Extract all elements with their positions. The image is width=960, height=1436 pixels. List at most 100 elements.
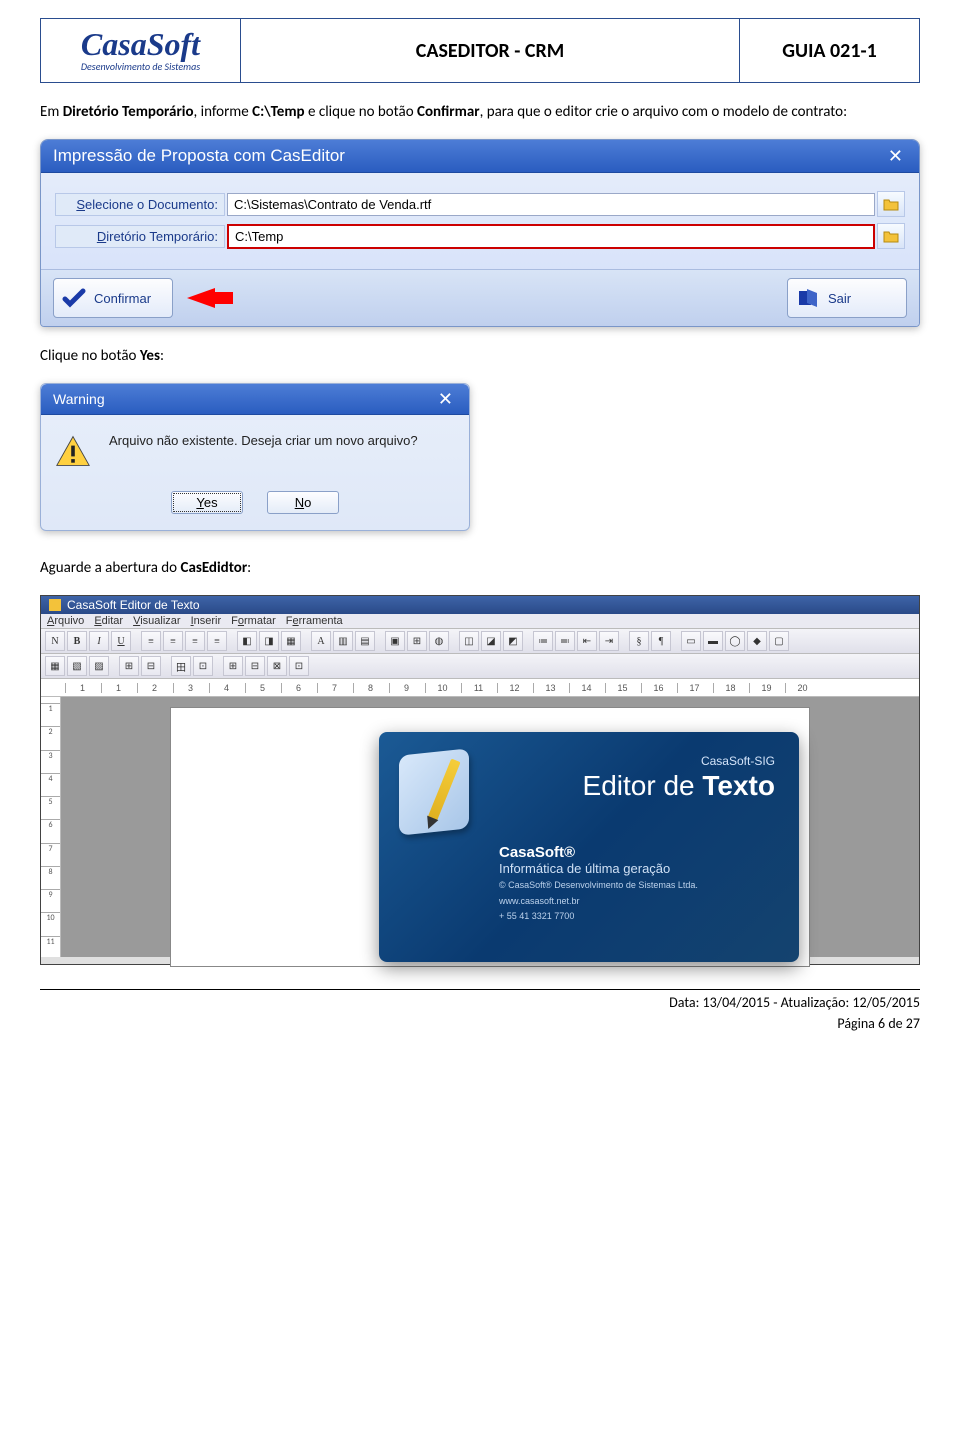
menu-ferramenta[interactable]: Ferramenta [286, 615, 343, 627]
editor-title: CasaSoft Editor de Texto [67, 598, 200, 612]
select-document-input[interactable] [227, 193, 875, 216]
list-bullets-button[interactable]: ≔ [533, 631, 553, 651]
indent-increase-button[interactable]: ⇥ [599, 631, 619, 651]
instruction-2: Clique no botão Yes: [40, 347, 920, 365]
folder-icon [883, 229, 899, 243]
toolbar-icon[interactable]: ◪ [481, 631, 501, 651]
toolbar-icon[interactable]: ▧ [67, 656, 87, 676]
no-button[interactable]: No [267, 491, 339, 514]
toolbar-icon[interactable]: ◧ [237, 631, 257, 651]
toolbar-icon[interactable]: ¶ [651, 631, 671, 651]
toolbar-icon[interactable]: ⊞ [223, 656, 243, 676]
align-right-button[interactable]: ≡ [185, 631, 205, 651]
menu-visualizar[interactable]: Visualizar [133, 615, 181, 627]
toolbar-icon[interactable]: ▨ [89, 656, 109, 676]
print-dialog-title: Impressão de Proposta com CasEditor [53, 146, 345, 166]
menu-arquivo[interactable]: Arquivo [47, 615, 84, 627]
toolbar-icon[interactable]: ◯ [725, 631, 745, 651]
splash-company: CasaSoft® [499, 844, 775, 861]
splash-phone: + 55 41 3321 7700 [499, 911, 775, 923]
vertical-ruler[interactable]: 1234567891011 [41, 697, 61, 957]
toolbar-icon[interactable]: ▤ [355, 631, 375, 651]
splash-brand: CasaSoft-SIG [499, 754, 775, 768]
temp-dir-input[interactable] [227, 224, 875, 249]
select-document-label: Selecione o Documento: [55, 193, 225, 216]
confirm-button[interactable]: Confirmar [53, 278, 173, 318]
toolbar-icon[interactable]: ⊟ [245, 656, 265, 676]
folder-icon [883, 197, 899, 211]
toolbar-icon[interactable]: ▦ [45, 656, 65, 676]
align-center-button[interactable]: ≡ [163, 631, 183, 651]
splash-website: www.casasoft.net.br [499, 896, 775, 908]
toolbar-icon[interactable]: ⊞ [407, 631, 427, 651]
editor-menubar[interactable]: Arquivo Editar Visualizar Inserir Format… [41, 614, 919, 629]
close-icon[interactable]: ✕ [434, 390, 457, 408]
toolbar-icon[interactable]: ▥ [333, 631, 353, 651]
warning-titlebar[interactable]: Warning ✕ [41, 384, 469, 415]
indent-decrease-button[interactable]: ⇤ [577, 631, 597, 651]
format-bold-button[interactable]: B [67, 631, 87, 651]
toolbar-icon[interactable]: ◫ [459, 631, 479, 651]
splash-screen: CasaSoft-SIG Editor de Texto CasaSoft® I… [379, 732, 799, 962]
logo-cell: CasaSoft Desenvolvimento de Sistemas [41, 19, 241, 83]
footer-date: Data: 13/04/2015 - Atualização: 12/05/20… [40, 994, 920, 1011]
align-left-button[interactable]: ≡ [141, 631, 161, 651]
splash-tagline: Informática de última geração [499, 861, 775, 876]
toolbar-icon[interactable]: ▦ [281, 631, 301, 651]
toolbar-icon[interactable]: ⊟ [141, 656, 161, 676]
caseditor-window: CasaSoft Editor de Texto Arquivo Editar … [40, 595, 920, 965]
splash-title: Editor de Texto [499, 770, 775, 802]
toolbar-icon[interactable]: ⊡ [289, 656, 309, 676]
toolbar-icon[interactable]: ◩ [503, 631, 523, 651]
app-icon [49, 599, 61, 611]
format-normal-button[interactable]: N [45, 631, 65, 651]
toolbar-icon[interactable]: ▭ [681, 631, 701, 651]
toolbar-icon[interactable]: § [629, 631, 649, 651]
toolbar-icon[interactable]: ▬ [703, 631, 723, 651]
toolbar-icon[interactable]: ⊞ [119, 656, 139, 676]
logo-subtitle: Desenvolvimento de Sistemas [49, 60, 232, 73]
browse-tempdir-button[interactable] [877, 223, 905, 249]
print-dialog-titlebar[interactable]: Impressão de Proposta com CasEditor ✕ [41, 140, 919, 173]
horizontal-ruler[interactable]: 11234567891011121314151617181920 [41, 679, 919, 697]
warning-dialog: Warning ✕ Arquivo não existente. Deseja … [40, 383, 470, 531]
close-icon[interactable]: ✕ [884, 147, 907, 165]
editor-titlebar[interactable]: CasaSoft Editor de Texto [41, 596, 919, 614]
exit-button[interactable]: Sair [787, 278, 907, 318]
list-numbers-button[interactable]: ≕ [555, 631, 575, 651]
toolbar-icon[interactable]: A [311, 631, 331, 651]
warning-message: Arquivo não existente. Deseja criar um n… [109, 433, 455, 448]
browse-document-button[interactable] [877, 191, 905, 217]
page-header: CasaSoft Desenvolvimento de Sistemas CAS… [40, 18, 920, 83]
yes-button[interactable]: Yes [171, 491, 243, 514]
format-italic-button[interactable]: I [89, 631, 109, 651]
doc-title: CASEDITOR - CRM [241, 19, 740, 83]
exit-icon [796, 286, 820, 310]
toolbar-icon[interactable]: ⊠ [267, 656, 287, 676]
toolbar-icon[interactable]: ◨ [259, 631, 279, 651]
footer-rule [40, 989, 920, 990]
warning-title: Warning [53, 391, 105, 407]
editor-toolbar-1[interactable]: N B I U ≡ ≡ ≡ ≡ ◧ ◨ ▦ A ▥ ▤ ▣ ⊞ ◍ ◫ ◪ ◩ [41, 629, 919, 654]
guide-code: GUIA 021-1 [740, 19, 920, 83]
toolbar-icon[interactable]: ⊡ [193, 656, 213, 676]
print-dialog: Impressão de Proposta com CasEditor ✕ Se… [40, 139, 920, 327]
menu-inserir[interactable]: Inserir [191, 615, 222, 627]
menu-editar[interactable]: Editar [94, 615, 123, 627]
format-underline-button[interactable]: U [111, 631, 131, 651]
menu-formatar[interactable]: Formatar [231, 615, 276, 627]
editor-toolbar-2[interactable]: ▦ ▧ ▨ ⊞ ⊟ 田 ⊡ ⊞ ⊟ ⊠ ⊡ [41, 654, 919, 679]
instruction-1: Em Diretório Temporário, informe C:\Temp… [40, 103, 920, 121]
toolbar-icon[interactable]: ▢ [769, 631, 789, 651]
temp-dir-label: Diretório Temporário: [55, 225, 225, 248]
splash-copyright: © CasaSoft® Desenvolvimento de Sistemas … [499, 880, 775, 892]
check-icon [62, 286, 86, 310]
toolbar-icon[interactable]: ◆ [747, 631, 767, 651]
align-justify-button[interactable]: ≡ [207, 631, 227, 651]
splash-app-icon [399, 752, 483, 852]
toolbar-icon[interactable]: ◍ [429, 631, 449, 651]
toolbar-icon[interactable]: 田 [171, 656, 191, 676]
warning-icon [55, 433, 91, 473]
red-arrow-indicator [187, 288, 215, 308]
toolbar-icon[interactable]: ▣ [385, 631, 405, 651]
